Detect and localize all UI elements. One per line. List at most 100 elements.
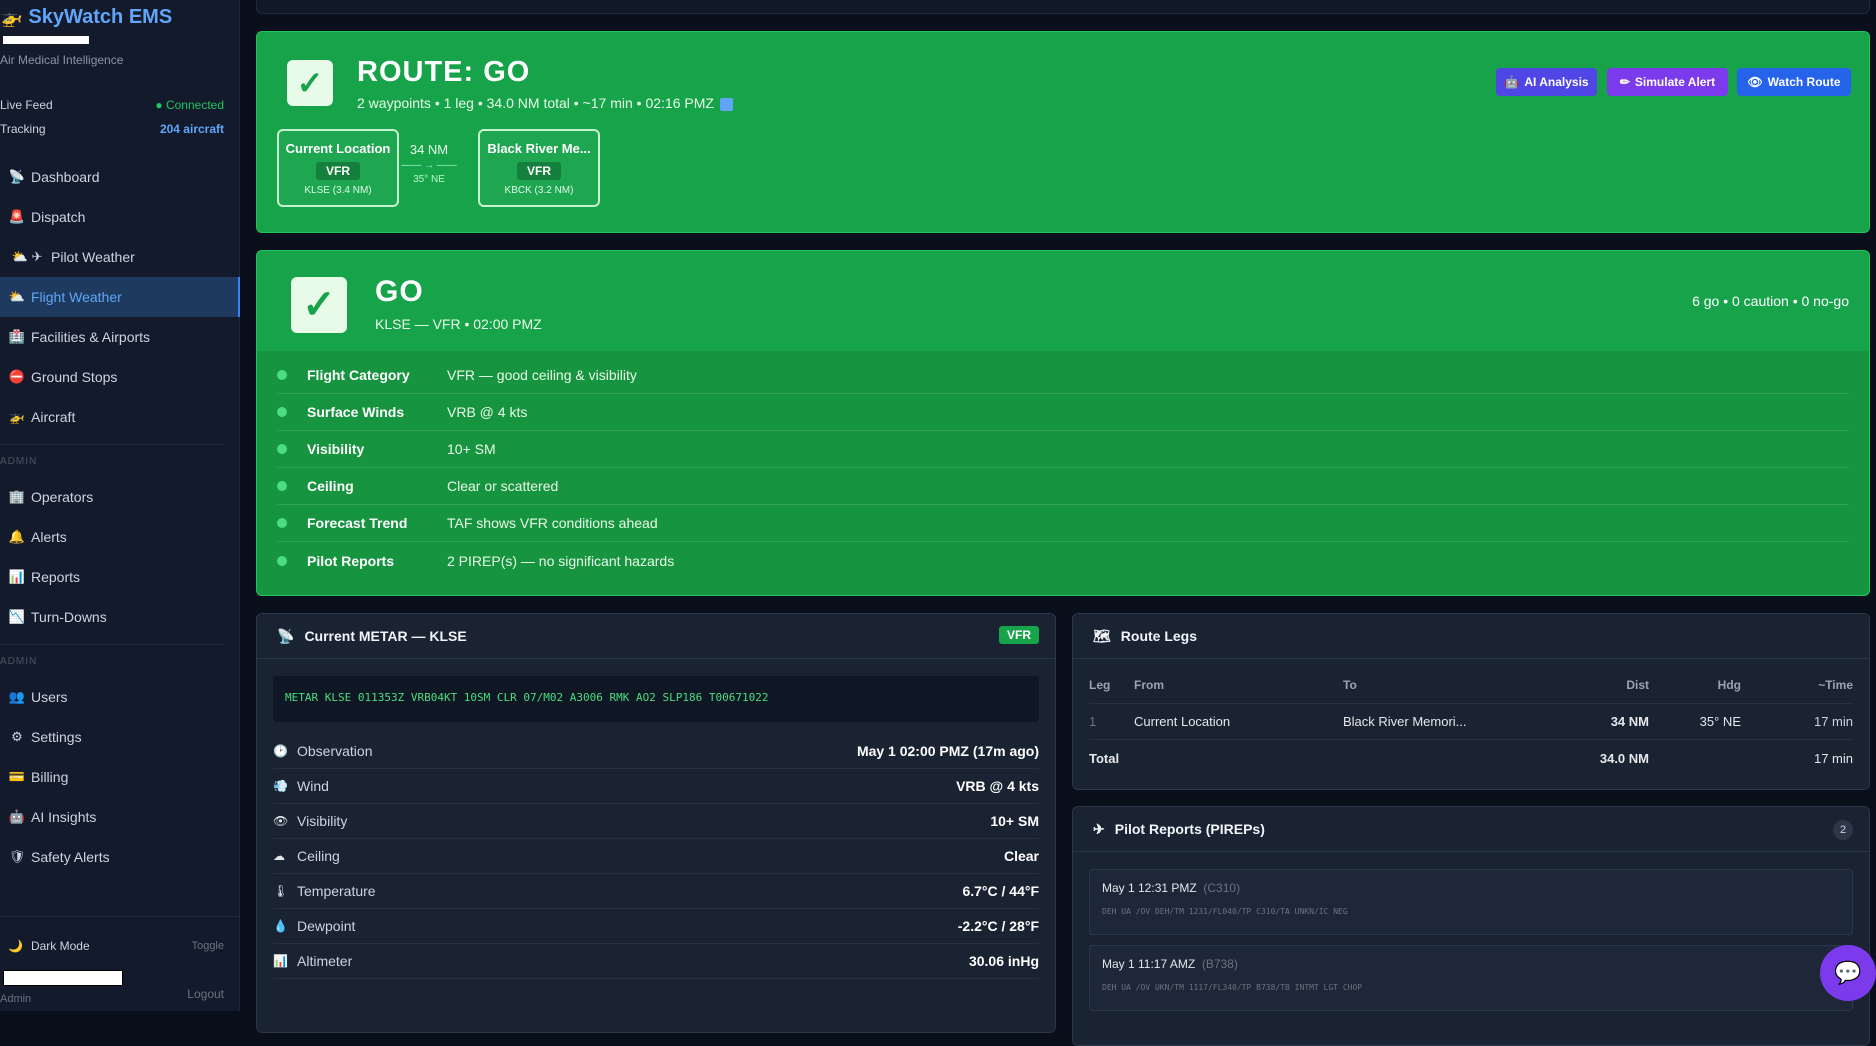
metar-label: Observation xyxy=(297,743,373,759)
metar-row-dewpoint: 💧 Dewpoint -2.2°C / 28°F xyxy=(273,909,1039,944)
waypoint-card[interactable]: Black River Me... VFR KBCK (3.2 NM) xyxy=(478,129,600,207)
go-decision-card: ✓ GO KLSE — VFR • 02:00 PMZ 6 go • 0 cau… xyxy=(256,250,1870,596)
criteria-label: Pilot Reports xyxy=(307,552,395,569)
sidebar-item-aircraft[interactable]: 🚁 Aircraft xyxy=(0,397,240,437)
building-icon: 🏢 xyxy=(8,489,26,504)
sidebar-item-dispatch[interactable]: 🚨 Dispatch xyxy=(0,197,240,237)
divider xyxy=(0,916,240,917)
watch-route-button[interactable]: 👁 Watch Route xyxy=(1737,68,1851,96)
trend-down-icon: 📉 xyxy=(8,609,26,624)
sidebar-item-reports[interactable]: 📊 Reports xyxy=(0,557,240,597)
metar-row-visibility: 👁 Visibility 10+ SM xyxy=(273,804,1039,839)
dark-mode-toggle[interactable]: Toggle xyxy=(192,940,224,952)
logout-button[interactable]: Logout xyxy=(187,987,224,1001)
map-icon: 🗺 xyxy=(1093,627,1111,644)
sidebar-item-operators[interactable]: 🏢 Operators xyxy=(0,477,240,517)
sidebar-item-label: Turn-Downs xyxy=(31,609,107,625)
chat-button[interactable]: 💬 xyxy=(1820,945,1876,1001)
criteria-label: Visibility xyxy=(307,441,365,457)
sidebar-item-label: Safety Alerts xyxy=(31,849,110,865)
pirep-timestamp: May 1 11:17 AMZ xyxy=(1102,957,1196,971)
sidebar-item-users[interactable]: 👥 Users xyxy=(0,677,240,717)
criteria-row: Forecast Trend TAF shows VFR conditions a… xyxy=(277,505,1849,542)
sidebar-item-settings[interactable]: ⚙ Settings xyxy=(0,717,240,757)
ai-analysis-button[interactable]: 🤖 AI Analysis xyxy=(1496,68,1597,96)
pirep-timestamp: May 1 12:31 PMZ xyxy=(1102,881,1197,895)
sidebar-item-ai-insights[interactable]: 🤖 AI Insights xyxy=(0,797,240,837)
satellite-icon: 📡 xyxy=(8,169,26,184)
pirep-time: May 1 12:31 PMZ (C310) xyxy=(1102,881,1840,895)
tracking-value: 204 aircraft xyxy=(159,122,224,136)
sun-plane-icon: ⛅ ✈ xyxy=(11,249,43,264)
criteria-value: Clear or scattered xyxy=(447,478,559,494)
sidebar-item-turn-downs[interactable]: 📉 Turn-Downs xyxy=(0,597,240,637)
sidebar-item-dashboard[interactable]: 📡 Dashboard xyxy=(0,157,240,197)
route-legs-header: 🗺 Route Legs xyxy=(1073,614,1869,659)
cloud-icon: ☁ xyxy=(273,849,285,863)
metar-label: Visibility xyxy=(297,813,348,829)
tracking-label: Tracking xyxy=(0,122,46,136)
route-title: ROUTE: GO xyxy=(357,56,531,88)
go-criteria-list: Flight Category VFR — good ceiling & visi… xyxy=(257,351,1869,595)
live-feed-value: ● Connected xyxy=(155,98,224,112)
metar-value: Clear xyxy=(1003,848,1039,864)
metar-value: VRB @ 4 kts xyxy=(956,778,1039,794)
go-counts: 6 go • 0 caution • 0 no-go xyxy=(1692,293,1849,309)
pireps-card: ✈ Pilot Reports (PIREPs) 2 May 1 12:31 PM… xyxy=(1072,806,1870,1046)
criteria-label: Surface Winds xyxy=(307,404,405,420)
gear-icon: ⚙ xyxy=(11,729,23,744)
button-label: AI Analysis xyxy=(1524,75,1589,89)
leg-time: 17 min xyxy=(1813,714,1853,729)
go-decision-header: ✓ GO KLSE — VFR • 02:00 PMZ 6 go • 0 cau… xyxy=(257,251,1869,351)
brand[interactable]: 🚁 SkyWatch EMS xyxy=(0,6,172,29)
sidebar-item-label: Billing xyxy=(31,769,69,785)
airplane-icon: ✈ xyxy=(1093,820,1105,837)
column-header: Hdg xyxy=(1717,677,1741,692)
arrow-icon: —— → —— xyxy=(401,160,457,171)
flight-category-badge: VFR xyxy=(517,162,561,180)
credit-card-icon: 💳 xyxy=(8,769,26,784)
criteria-row: Ceiling Clear or scattered xyxy=(277,468,1849,505)
check-icon: ✓ xyxy=(291,277,347,333)
refresh-icon[interactable] xyxy=(719,97,733,111)
pirep-item[interactable]: May 1 12:31 PMZ (C310) DEH UA /OV DEH/TM… xyxy=(1089,869,1853,935)
live-feed-label: Live Feed xyxy=(0,98,53,112)
waypoint-card[interactable]: Current Location VFR KLSE (3.4 NM) xyxy=(277,129,399,207)
table-row[interactable]: 1 Current Location Black River Memori...… xyxy=(1089,704,1853,740)
moon-icon: 🌙 xyxy=(8,939,23,953)
criteria-label: Flight Category xyxy=(307,367,410,383)
pireps-title: Pilot Reports (PIREPs) xyxy=(1114,821,1265,837)
user-row: Admin Logout xyxy=(0,983,224,1005)
dark-mode-row[interactable]: 🌙 Dark Mode Toggle xyxy=(0,939,224,953)
robot-icon: 🤖 xyxy=(1504,75,1520,89)
sidebar-item-facilities[interactable]: 🏥 Facilities & Airports xyxy=(0,317,240,357)
sidebar-item-label: Aircraft xyxy=(31,409,76,425)
criteria-row: Visibility 10+ SM xyxy=(277,431,1849,468)
robot-icon: 🤖 xyxy=(8,809,26,824)
users-icon: 👥 xyxy=(8,689,26,704)
criteria-value: VFR — good ceiling & visibility xyxy=(447,367,637,383)
criteria-value: VRB @ 4 kts xyxy=(447,404,528,420)
button-label: Simulate Alert xyxy=(1634,75,1716,89)
sidebar-item-pilot-weather[interactable]: ⛅ ✈ Pilot Weather xyxy=(0,237,240,277)
sidebar-item-flight-weather[interactable]: ⛅ Flight Weather xyxy=(0,277,240,317)
sidebar-item-safety-alerts[interactable]: 🛡 Safety Alerts xyxy=(0,837,240,877)
leg-heading: 35° NE xyxy=(413,174,445,185)
bell-icon: 🔔 xyxy=(8,529,26,544)
sidebar-item-alerts[interactable]: 🔔 Alerts xyxy=(0,517,240,557)
waypoint-code: KLSE (3.4 NM) xyxy=(304,185,372,196)
sidebar-item-label: Ground Stops xyxy=(31,369,118,385)
pirep-raw: DEH UA /OV UKN/TM 1117/FL340/TP B738/TB … xyxy=(1102,983,1363,992)
criteria-row: Flight Category VFR — good ceiling & visi… xyxy=(277,357,1849,394)
table-total-row: Total 34.0 NM 17 min xyxy=(1089,740,1853,776)
sidebar-item-ground-stops[interactable]: ⛔ Ground Stops xyxy=(0,357,240,397)
route-legs-card: 🗺 Route Legs Leg From To Dist Hdg ~Time 1… xyxy=(1072,613,1870,790)
waypoint-name: Current Location xyxy=(285,141,391,156)
simulate-alert-button[interactable]: ✏ Simulate Alert xyxy=(1607,68,1728,96)
helicopter-icon: 🚁 xyxy=(8,409,26,424)
section-label-admin: ADMIN xyxy=(0,656,38,667)
pirep-item[interactable]: May 1 11:17 AMZ (B738) DEH UA /OV UKN/TM… xyxy=(1089,945,1853,1011)
section-label-admin: ADMIN xyxy=(0,456,38,467)
sidebar-item-label: AI Insights xyxy=(31,809,97,825)
sidebar-item-billing[interactable]: 💳 Billing xyxy=(0,757,240,797)
